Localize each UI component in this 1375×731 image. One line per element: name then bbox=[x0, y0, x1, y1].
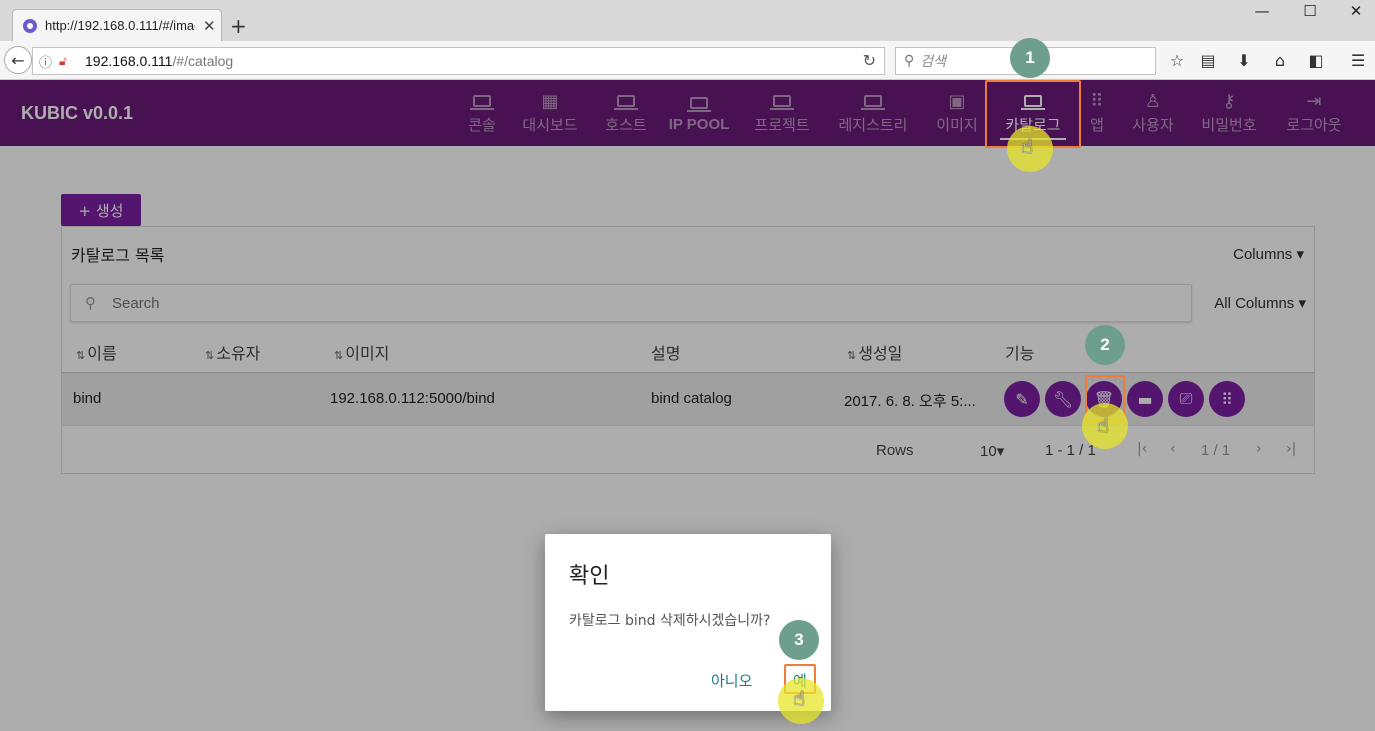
close-window-button[interactable]: ✕ bbox=[1333, 2, 1375, 22]
home-icon[interactable]: ⌂ bbox=[1270, 51, 1290, 70]
step-badge-3: 3 bbox=[779, 620, 819, 660]
arrow-left-icon: ← bbox=[11, 50, 25, 70]
pocket-icon[interactable]: ◧ bbox=[1306, 51, 1326, 70]
address-bar[interactable]: ⓘ 🔓︎ 192.168.0.111 /#/catalog ↻ bbox=[32, 47, 885, 75]
new-tab-button[interactable]: + bbox=[230, 14, 247, 38]
url-path: /#/catalog bbox=[172, 53, 234, 69]
download-icon[interactable]: ⬇ bbox=[1234, 51, 1254, 70]
info-icon[interactable]: ⓘ bbox=[39, 52, 55, 71]
step-badge-1: 1 bbox=[1010, 38, 1050, 78]
hand-cursor-icon: ☝︎ bbox=[1021, 134, 1034, 158]
browser-tab[interactable]: http://192.168.0.111/#/image ✕ bbox=[12, 9, 222, 41]
dialog-no-button[interactable]: 아니오 bbox=[711, 670, 752, 691]
hand-cursor-icon: ☝︎ bbox=[1097, 413, 1110, 437]
url-host: 192.168.0.111 bbox=[85, 53, 173, 69]
tab-title: http://192.168.0.111/#/image bbox=[45, 18, 195, 33]
back-button[interactable]: ← bbox=[4, 46, 32, 74]
bookmark-star-icon[interactable]: ☆ bbox=[1167, 51, 1187, 70]
step-badge-2: 2 bbox=[1085, 325, 1125, 365]
reload-icon[interactable]: ↻ bbox=[863, 51, 876, 71]
dialog-message: 카탈로그 bind 삭제하시겠습니까? bbox=[569, 613, 771, 629]
minimize-button[interactable]: — bbox=[1239, 2, 1285, 22]
hand-cursor-icon: ☝︎ bbox=[793, 686, 806, 710]
maximize-button[interactable]: ☐ bbox=[1287, 2, 1333, 22]
browser-search-placeholder: 검색 bbox=[920, 54, 947, 70]
reading-list-icon[interactable]: ▤ bbox=[1198, 51, 1218, 70]
dialog-title: 확인 bbox=[569, 564, 610, 589]
insecure-lock-icon: 🔓︎ bbox=[59, 53, 67, 68]
browser-tabbar: http://192.168.0.111/#/image ✕ + — ☐ ✕ bbox=[0, 0, 1375, 41]
browser-toolbar: ← ⓘ 🔓︎ 192.168.0.111 /#/catalog ↻ ⚲ 검색 ☆… bbox=[0, 41, 1375, 80]
search-icon: ⚲ bbox=[904, 53, 915, 69]
favicon-icon bbox=[23, 18, 37, 33]
tab-close-icon[interactable]: ✕ bbox=[203, 17, 216, 35]
menu-icon[interactable]: ☰ bbox=[1348, 51, 1368, 70]
